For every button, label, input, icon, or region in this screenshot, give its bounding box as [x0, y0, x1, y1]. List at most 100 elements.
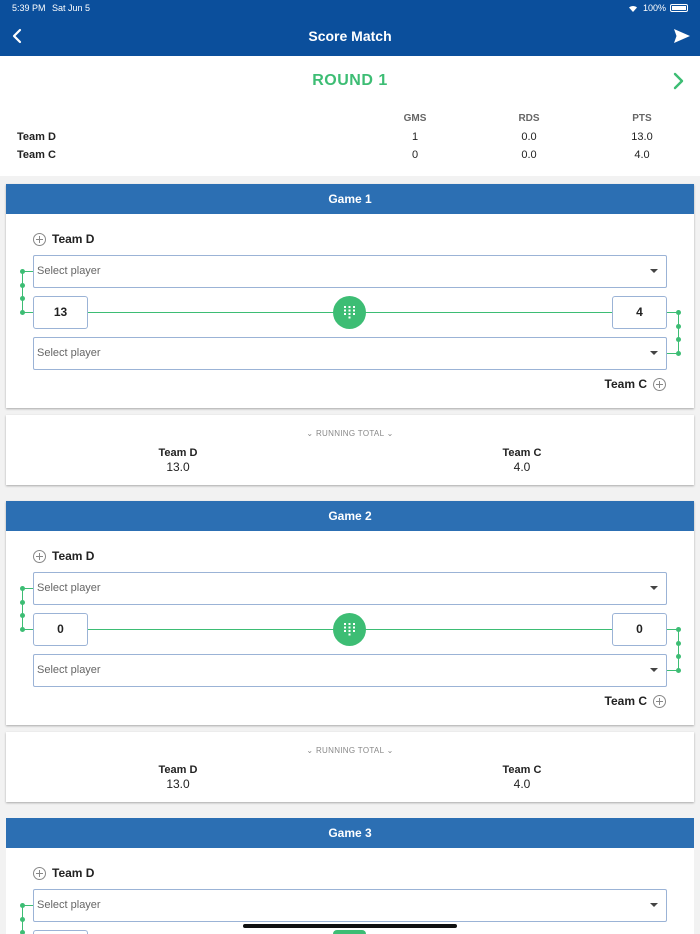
running-left-value: 13.0: [166, 460, 190, 474]
running-total-toggle[interactable]: ⌄ RUNNING TOTAL ⌄: [6, 429, 694, 438]
select-player-bottom[interactable]: Select player: [33, 654, 667, 687]
battery-icon: [670, 4, 688, 12]
keypad-icon: [344, 306, 355, 319]
game-card-1: Game 1 Team D Select player 13 4 Select …: [6, 184, 694, 408]
summary-rds: 0.0: [521, 149, 537, 161]
chevron-right-icon[interactable]: [670, 70, 688, 92]
game-card-2: Game 2 Team D Select player 0 0 Select p…: [6, 501, 694, 725]
game-title: Game 1: [6, 184, 694, 214]
score-input-left[interactable]: 13: [33, 296, 88, 329]
team-top: Team D: [33, 549, 94, 563]
send-icon[interactable]: [672, 26, 692, 46]
keypad-button[interactable]: [333, 930, 366, 934]
running-right: Team C 4.0: [472, 447, 572, 474]
bracket-dot: [676, 627, 681, 632]
team-bottom-name: Team C: [604, 694, 647, 708]
select-player-bottom[interactable]: Select player: [33, 337, 667, 370]
running-total-card: ⌄ RUNNING TOTAL ⌄ Team D 13.0 Team C 4.0: [6, 415, 694, 485]
keypad-button[interactable]: [333, 613, 366, 646]
dropdown-caret-icon: [650, 668, 658, 672]
add-player-icon[interactable]: [653, 694, 666, 708]
chevron-down-icon: ⌄: [306, 429, 314, 438]
game-title: Game 2: [6, 501, 694, 531]
bracket-dot: [20, 903, 25, 908]
select-placeholder: Select player: [37, 347, 101, 359]
running-left-team: Team D: [158, 447, 198, 459]
team-top: Team D: [33, 232, 94, 246]
summary-gms: 1: [411, 131, 419, 143]
keypad-button[interactable]: [333, 296, 366, 329]
score-input-left[interactable]: 0: [33, 613, 88, 646]
header-pts: PTS: [632, 113, 652, 124]
dropdown-caret-icon: [650, 586, 658, 590]
battery-percent: 100%: [642, 3, 666, 13]
running-right-team: Team C: [502, 447, 542, 459]
summary-rds: 0.0: [521, 131, 537, 143]
bracket-dot: [676, 310, 681, 315]
add-player-icon[interactable]: [653, 377, 666, 391]
summary-pts: 4.0: [634, 149, 650, 161]
game-card-3: Game 3 Team D Select player: [6, 818, 694, 934]
bracket-dot: [676, 324, 681, 329]
game-title: Game 3: [6, 818, 694, 848]
bracket-line: [678, 629, 679, 670]
bracket-dot: [676, 654, 681, 659]
team-top-name: Team D: [52, 232, 95, 246]
running-right-value: 4.0: [513, 460, 531, 474]
running-right: Team C 4.0: [472, 764, 572, 791]
home-indicator: [243, 924, 457, 928]
bracket-line: [678, 312, 679, 353]
select-placeholder: Select player: [37, 265, 101, 277]
bracket-dot: [20, 627, 25, 632]
status-time: 5:39 PM: [12, 3, 46, 13]
bracket-dot: [676, 351, 681, 356]
running-right-value: 4.0: [513, 777, 531, 791]
summary-pts: 13.0: [631, 131, 653, 143]
summary-gms: 0: [411, 149, 419, 161]
header-rds: RDS: [518, 113, 540, 124]
bracket-dot: [20, 296, 25, 301]
select-placeholder: Select player: [37, 664, 101, 676]
team-bottom: Team C: [605, 694, 666, 708]
add-player-icon[interactable]: [33, 549, 46, 563]
status-right: 100%: [627, 3, 688, 13]
add-player-icon[interactable]: [33, 232, 46, 246]
keypad-icon: [344, 623, 355, 636]
page-title: Score Match: [308, 28, 392, 44]
bracket-dot: [20, 283, 25, 288]
bracket-line: [22, 271, 23, 312]
bracket-dot: [676, 641, 681, 646]
running-left-value: 13.0: [166, 777, 190, 791]
round-summary: ROUND 1 GMS RDS PTS Team D 1 0.0 13.0 Te…: [0, 56, 700, 176]
select-player-top[interactable]: Select player: [33, 572, 667, 605]
bracket-dot: [20, 930, 25, 934]
bracket-dot: [20, 613, 25, 618]
running-right-team: Team C: [502, 764, 542, 776]
bracket-dot: [20, 586, 25, 591]
running-left-team: Team D: [158, 764, 198, 776]
wifi-icon: [628, 5, 637, 12]
team-top-name: Team D: [52, 549, 95, 563]
select-player-top[interactable]: Select player: [33, 889, 667, 922]
select-player-top[interactable]: Select player: [33, 255, 667, 288]
header-gms: GMS: [403, 113, 427, 124]
running-total-label: RUNNING TOTAL: [315, 429, 385, 438]
running-total-label: RUNNING TOTAL: [315, 746, 385, 755]
bracket-dot: [20, 269, 25, 274]
app-header: 5:39 PM Sat Jun 5 100% Score Match: [0, 0, 700, 56]
dropdown-caret-icon: [650, 903, 658, 907]
running-left: Team D 13.0: [128, 764, 228, 791]
chevron-down-icon: ⌄: [306, 746, 314, 755]
bracket-dot: [676, 668, 681, 673]
round-title: ROUND 1: [312, 72, 388, 89]
summary-team: Team C: [17, 149, 56, 161]
running-total-toggle[interactable]: ⌄ RUNNING TOTAL ⌄: [6, 746, 694, 755]
select-placeholder: Select player: [37, 582, 101, 594]
running-left: Team D 13.0: [128, 447, 228, 474]
score-input-right[interactable]: 4: [612, 296, 667, 329]
add-player-icon[interactable]: [33, 866, 46, 880]
score-input-left[interactable]: [33, 930, 88, 934]
score-input-right[interactable]: 0: [612, 613, 667, 646]
dropdown-caret-icon: [650, 269, 658, 273]
bracket-dot: [20, 917, 25, 922]
